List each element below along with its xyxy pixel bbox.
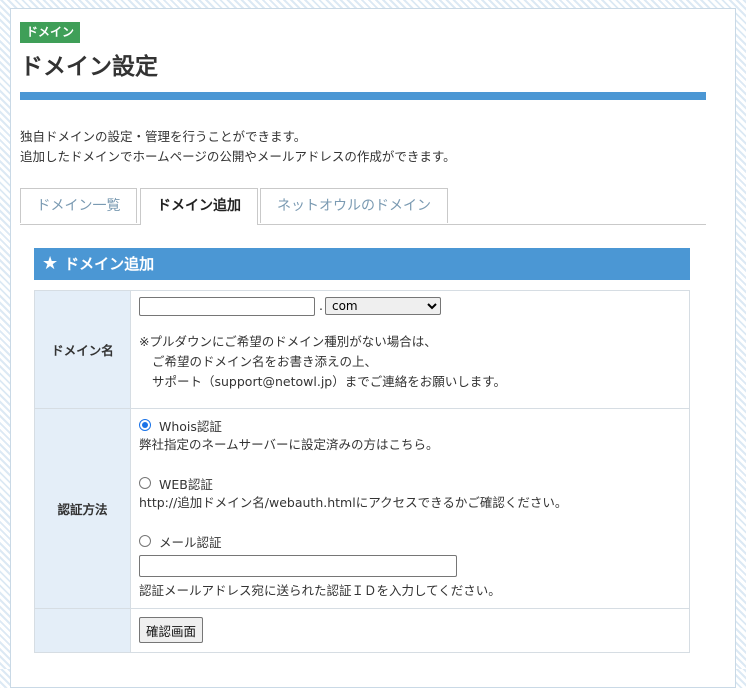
mail-radio[interactable] [139, 535, 151, 547]
whois-label: Whois認証 [159, 418, 222, 434]
domain-separator: . [319, 298, 323, 313]
section-header: ★ ドメイン追加 [34, 248, 690, 280]
auth-method-cell: Whois認証 弊社指定のネームサーバーに設定済みの方はこちら。 WEB認証 h… [130, 408, 690, 609]
tab-netowl-domains[interactable]: ネットオウルのドメイン [260, 188, 448, 223]
domain-note: ※プルダウンにご希望のドメイン種別がない場合は、 ご希望のドメイン名をお書き添え… [139, 332, 681, 392]
description-line-1: 独自ドメインの設定・管理を行うことができます。 [20, 129, 307, 144]
star-icon: ★ [42, 253, 59, 274]
submit-row: 確認画面 [34, 608, 690, 653]
web-description: http://追加ドメイン名/webauth.htmlにアクセスできるかご確認く… [139, 495, 568, 510]
title-underline [20, 92, 706, 100]
web-label: WEB認証 [159, 476, 213, 492]
mail-auth-option[interactable]: メール認証 [139, 531, 681, 551]
domain-name-row: ドメイン名 . com ※プルダウンにご希望のドメイン種別がない場合は、 ご希望の… [34, 290, 690, 409]
mail-description: 認証メールアドレス宛に送られた認証ＩＤを入力してください。 [139, 583, 501, 598]
note-line-1: ※プルダウンにご希望のドメイン種別がない場合は、 [139, 334, 437, 349]
page-title: ドメイン設定 [20, 54, 158, 80]
mail-label: メール認証 [159, 534, 222, 550]
auth-method-label: 認証方法 [34, 408, 131, 609]
web-radio[interactable] [139, 477, 151, 489]
page-description: 独自ドメインの設定・管理を行うことができます。 追加したドメインでホームページの… [20, 127, 456, 167]
note-line-2: ご希望のドメイン名をお書き添えの上、 [152, 354, 378, 369]
web-auth-option[interactable]: WEB認証 [139, 473, 681, 493]
tab-domain-list[interactable]: ドメイン一覧 [20, 188, 137, 223]
domain-name-cell: . com ※プルダウンにご希望のドメイン種別がない場合は、 ご希望のドメイン名を… [130, 290, 690, 409]
tab-domain-add[interactable]: ドメイン追加 [140, 188, 258, 225]
tld-select[interactable]: com [324, 297, 441, 315]
submit-cell: 確認画面 [130, 608, 690, 653]
submit-row-label [34, 608, 131, 653]
auth-method-row: 認証方法 Whois認証 弊社指定のネームサーバーに設定済みの方はこちら。 WE… [34, 408, 690, 609]
confirm-button[interactable]: 確認画面 [139, 617, 204, 643]
section-title: ドメイン追加 [64, 255, 155, 273]
domain-add-form: ドメイン名 . com ※プルダウンにご希望のドメイン種別がない場合は、 ご希望の… [34, 290, 690, 653]
domain-name-input[interactable] [139, 297, 315, 316]
domain-name-label: ドメイン名 [34, 290, 131, 409]
auth-id-input[interactable] [139, 555, 457, 577]
whois-auth-option[interactable]: Whois認証 [139, 415, 681, 435]
description-line-2: 追加したドメインでホームページの公開やメールアドレスの作成ができます。 [20, 149, 456, 164]
note-line-3: サポート（support@netowl.jp）までご連絡をお願いします。 [152, 374, 506, 389]
tab-bar: ドメイン一覧 ドメイン追加 ネットオウルのドメイン [20, 188, 706, 225]
whois-description: 弊社指定のネームサーバーに設定済みの方はこちら。 [139, 437, 439, 452]
whois-radio[interactable] [139, 419, 151, 431]
category-badge: ドメイン [20, 22, 81, 43]
